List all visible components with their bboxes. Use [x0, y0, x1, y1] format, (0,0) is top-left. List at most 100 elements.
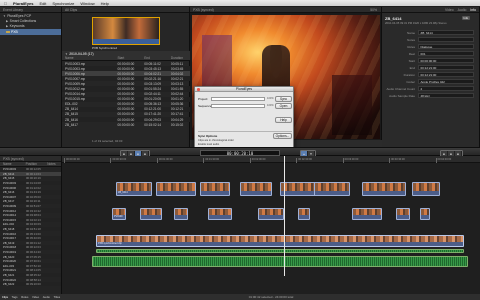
- timeline-clip[interactable]: [240, 182, 272, 196]
- browser-cell-end: 00:04:29:03: [144, 117, 162, 122]
- browser-row[interactable]: ZB_6416 00:00:00:00 00:04:29:03 00:04:29: [62, 117, 190, 123]
- index-cell-position: 00:08:35:22: [26, 272, 41, 277]
- index-col-position[interactable]: Position: [26, 162, 48, 166]
- inspector-field-value[interactable]: Apple ProRes 422: [418, 79, 474, 84]
- timeline-clip[interactable]: [140, 208, 162, 220]
- timeline-clip[interactable]: ZB_6414: [116, 182, 152, 196]
- timeline-clip[interactable]: [258, 208, 284, 220]
- timeline-ruler[interactable]: 00:00:00:00 00:00:30:00 00:01:00:00 00:01:3…: [62, 156, 480, 163]
- menu-synchronize[interactable]: Synchronize: [52, 1, 74, 6]
- index-cell-name: PV010015: [3, 217, 17, 222]
- index-rows: PV010003 00:00:12:05 ZB_6414 00:00:14:03 ZB_…: [0, 167, 61, 287]
- sequence-progress: 100%: [267, 104, 274, 107]
- inspector-field-value[interactable]: 001: [418, 51, 474, 56]
- timeline-clip[interactable]: [352, 208, 382, 220]
- browser-row[interactable]: ZB_6415 00:00:00:00 00:17:41:20 00:17:41: [62, 112, 190, 117]
- browser-row[interactable]: PV010006.mp 00:00:00:00 00:04:02:21 00:04:0…: [62, 71, 190, 77]
- index-cell-name: EDL-002: [3, 222, 15, 227]
- browser-row[interactable]: ZB_6414 00:00:00:00 00:12:21:00 00:12:21: [62, 106, 190, 112]
- timeline-clip[interactable]: [280, 182, 316, 196]
- timecode-display[interactable]: 00:00:20:10: [200, 149, 280, 156]
- browser-row[interactable]: PV010009.mp 00:00:00:00 00:03:13:09 00:03:1…: [62, 81, 190, 86]
- disclosure-icon[interactable]: ▼: [3, 14, 6, 18]
- timeline-clip[interactable]: [362, 182, 406, 196]
- timeline-clip[interactable]: [208, 208, 232, 220]
- timeline-clip[interactable]: [396, 208, 410, 220]
- browser-cell-start: 00:00:00:00: [117, 61, 135, 66]
- inspector-tab-info[interactable]: Info: [470, 8, 476, 12]
- timeline-clip[interactable]: [200, 182, 230, 196]
- index-row[interactable]: ZB_6422 00:09:20:00: [0, 281, 61, 287]
- inspector-field-value[interactable]: [418, 37, 474, 42]
- smart-collection-icon: ▶: [6, 19, 9, 24]
- timeline-clip[interactable]: [314, 182, 350, 196]
- inspector-tab-video[interactable]: Video: [445, 8, 454, 12]
- timeline-clip[interactable]: PV0100: [112, 208, 126, 220]
- index-tab[interactable]: Roles: [21, 295, 28, 299]
- browser-cell-dur: 00:04:02: [170, 71, 184, 76]
- inspector-field-value[interactable]: 48 kHz: [418, 93, 474, 98]
- browser-row[interactable]: PV010003.mp 00:00:00:00 00:03:45:13 00:03:4…: [62, 66, 190, 72]
- viewer-zoom[interactable]: 50%: [370, 8, 377, 12]
- index-col-name[interactable]: Name: [0, 162, 26, 166]
- browser-row[interactable]: PV010014.mp 00:00:00:00 00:02:44:11 00:02:4…: [62, 92, 190, 97]
- index-tab[interactable]: Titles: [54, 295, 61, 299]
- sync-button[interactable]: Sync: [275, 95, 292, 102]
- timeline-clip[interactable]: [174, 208, 188, 220]
- browser-row[interactable]: ZB_6417 00:00:00:00 00:15:02:14 00:15:02: [62, 122, 190, 127]
- column-name[interactable]: Name: [62, 56, 117, 60]
- ruler-tick-label: 00:00:30:00: [110, 157, 127, 163]
- index-tab[interactable]: Audio: [43, 295, 50, 299]
- timeline-clip[interactable]: [412, 182, 440, 196]
- menu-edit[interactable]: Edit: [39, 1, 46, 6]
- project-field[interactable]: [211, 96, 265, 101]
- browser-row[interactable]: PV010012.mp 00:00:00:00 00:01:55:24 00:01:5…: [62, 86, 190, 92]
- index-cell-position: 00:04:30:09: [26, 222, 41, 227]
- help-button[interactable]: Help: [275, 117, 292, 123]
- open-button[interactable]: Open: [275, 103, 292, 109]
- inspector-field-value[interactable]: 2: [418, 86, 474, 91]
- menu-window[interactable]: Window: [80, 1, 94, 6]
- clip-browser-panel: All Clips PXB Synchronized ▼ 2010-04-05 (…: [62, 7, 190, 147]
- menu-help[interactable]: Help: [101, 1, 109, 6]
- column-duration[interactable]: Duration: [171, 56, 190, 60]
- browser-cell-start: 00:00:00:00: [117, 117, 135, 122]
- sequence-field[interactable]: [211, 103, 265, 108]
- browser-row[interactable]: PV010007.mp 00:00:00:00 00:02:21:16 00:02:2…: [62, 76, 190, 82]
- index-cell-name: PV010014: [3, 213, 17, 218]
- project-progress: 100%: [267, 97, 274, 100]
- inspector-field-value[interactable]: 00:00:00:00: [418, 58, 474, 63]
- apple-icon[interactable]: : [4, 1, 7, 6]
- options-button[interactable]: Options...: [273, 133, 292, 139]
- inspector-field-value[interactable]: 00:12:21:00: [418, 72, 474, 77]
- column-end[interactable]: End: [144, 56, 171, 60]
- index-cell-name: ZB_6419: [3, 240, 15, 245]
- timeline-clip[interactable]: [420, 208, 430, 220]
- timeline-status-bar: 01:00:42 selected - 24:00:00 total: [62, 294, 480, 300]
- inspector-tab-audio[interactable]: Audio: [458, 8, 467, 12]
- audio-clip[interactable]: [96, 249, 464, 253]
- browser-row[interactable]: PV010015.mp 00:00:00:00 00:01:20:05 00:01:2…: [62, 96, 190, 102]
- timeline-clip[interactable]: [298, 208, 310, 220]
- column-start[interactable]: Start: [117, 56, 144, 60]
- audio-clip[interactable]: [92, 256, 468, 267]
- timeline-clip[interactable]: [156, 182, 196, 196]
- option-line[interactable]: Enable level audio: [198, 143, 219, 146]
- index-tab[interactable]: Clips: [2, 295, 8, 299]
- browser-thumbnail[interactable]: [92, 17, 160, 45]
- index-tab[interactable]: Tags: [12, 295, 18, 299]
- option-line[interactable]: Clips are in chronological order: [198, 139, 234, 142]
- index-col-notes[interactable]: Notes: [47, 162, 61, 166]
- inspector-field-value[interactable]: ZB_6414: [418, 30, 474, 35]
- primary-storyline-clip[interactable]: PXB synchronized clip: [96, 235, 464, 247]
- index-tab[interactable]: Video: [32, 295, 39, 299]
- browser-row[interactable]: PV010003.mp 00:00:00:00 00:05:11:02 00:05:1…: [62, 61, 190, 66]
- browser-row[interactable]: EDL-002 00:00:00:00 00:05:36:13 00:05:36: [62, 102, 190, 107]
- inspector-field-value[interactable]: 00:12:21:00: [418, 65, 474, 70]
- inspector-field: Audio Channel Count 2: [382, 85, 480, 92]
- dialog-close-icon[interactable]: [197, 88, 200, 91]
- inspector-field-value[interactable]: Dialogue: [418, 44, 474, 49]
- library-item-selected[interactable]: PXB: [0, 29, 61, 35]
- playhead[interactable]: [284, 156, 285, 276]
- menu-app[interactable]: PluralEyes: [13, 1, 33, 6]
